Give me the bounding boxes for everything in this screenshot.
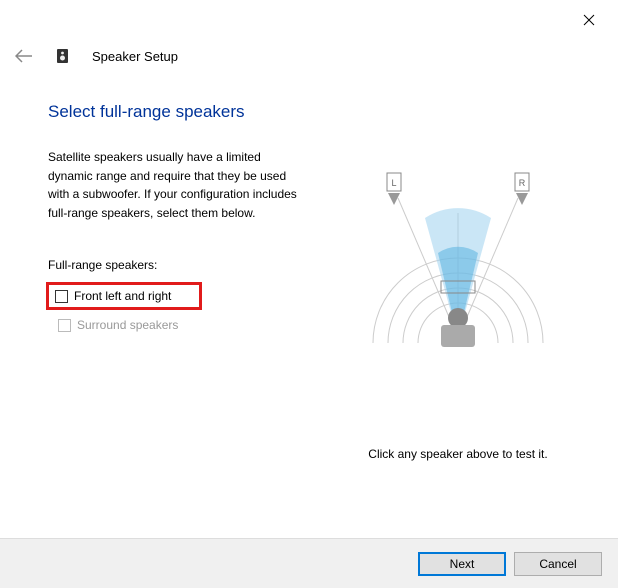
wizard-title: Speaker Setup — [92, 49, 178, 64]
wizard-footer: Next Cancel — [0, 538, 618, 588]
close-icon — [583, 14, 595, 26]
back-button[interactable] — [14, 46, 34, 66]
description-text: Satellite speakers usually have a limite… — [48, 148, 298, 222]
checkbox-surround-speakers: Surround speakers — [48, 314, 298, 336]
svg-text:R: R — [519, 178, 526, 188]
speaker-setup-icon — [54, 47, 72, 65]
checkbox-label: Front left and right — [74, 289, 171, 303]
cancel-button[interactable]: Cancel — [514, 552, 602, 576]
checkbox-icon — [55, 290, 68, 303]
page-heading: Select full-range speakers — [48, 102, 588, 122]
next-button[interactable]: Next — [418, 552, 506, 576]
speaker-diagram[interactable]: L R — [353, 163, 563, 363]
close-button[interactable] — [574, 8, 604, 32]
svg-text:L: L — [391, 178, 396, 188]
checkbox-label: Surround speakers — [77, 318, 178, 332]
diagram-hint: Click any speaker above to test it. — [368, 447, 547, 461]
wizard-header: Speaker Setup — [14, 46, 178, 66]
back-arrow-icon — [15, 49, 33, 63]
checkbox-icon — [58, 319, 71, 332]
checkbox-front-left-right[interactable]: Front left and right — [46, 282, 202, 310]
section-label: Full-range speakers: — [48, 258, 298, 272]
